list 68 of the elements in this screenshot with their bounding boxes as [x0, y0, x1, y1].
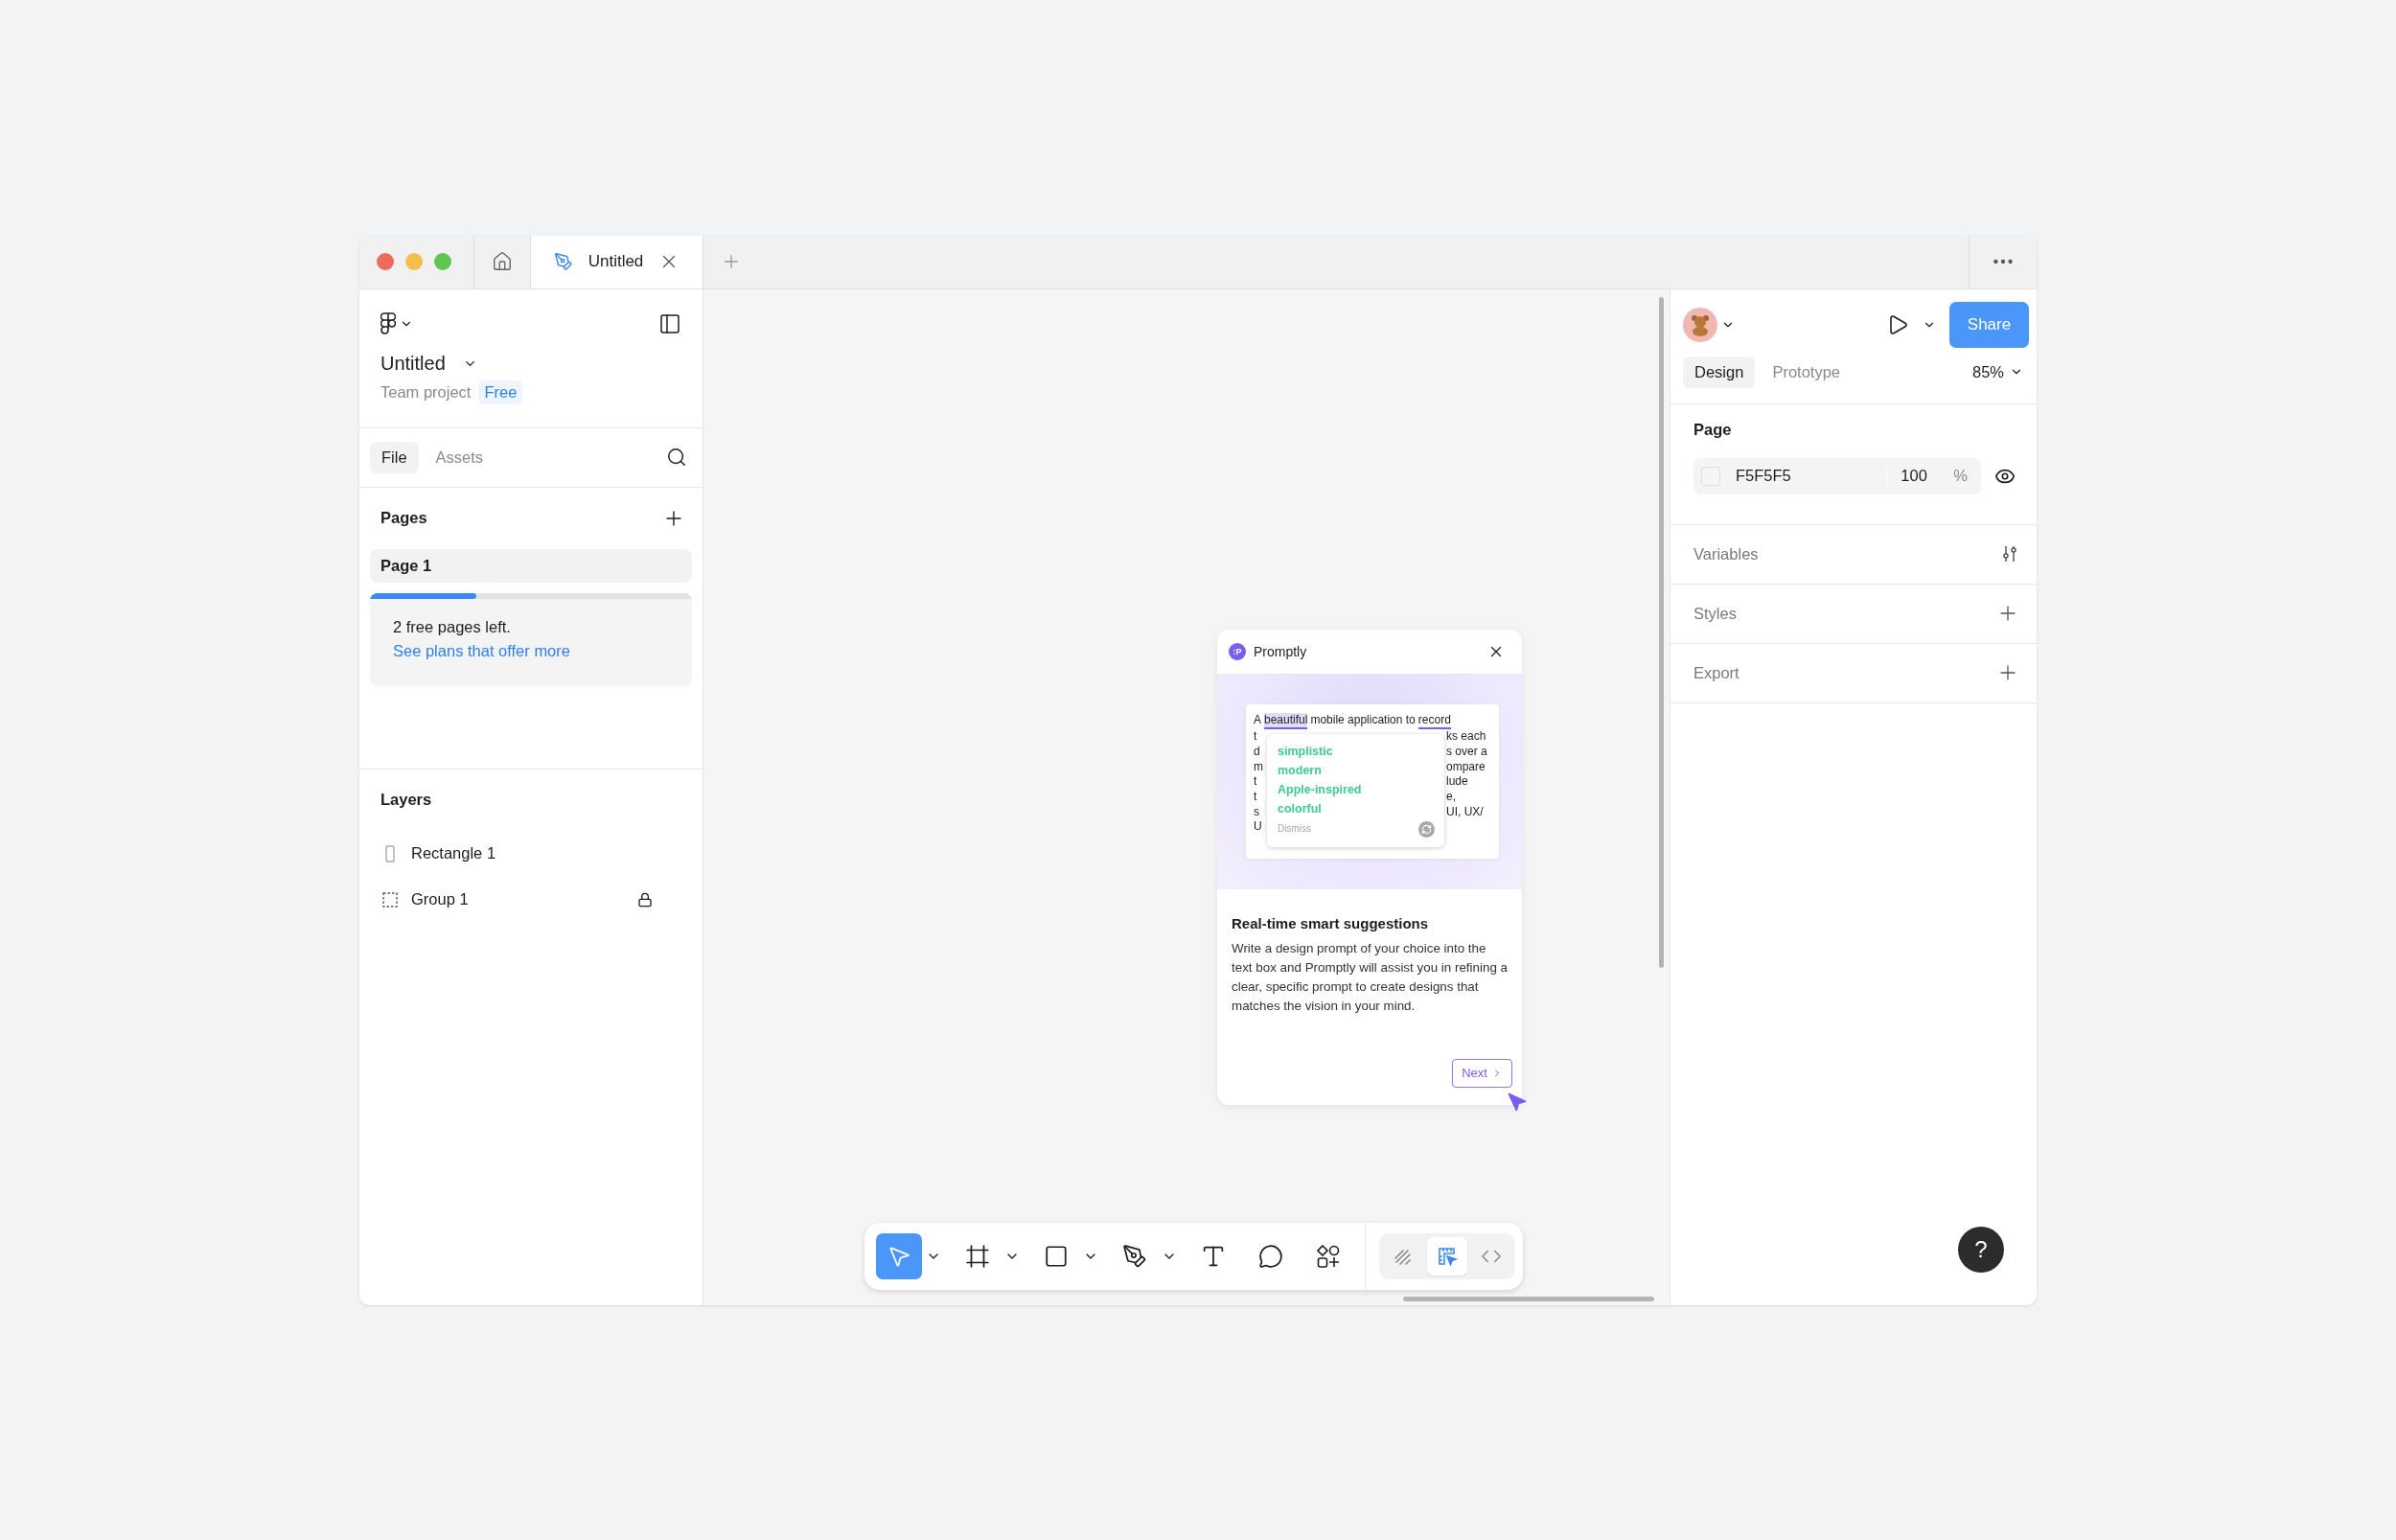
- section-title: Export: [1693, 663, 1739, 682]
- prompt-text: UI, UX/: [1446, 804, 1484, 820]
- section-title: Page: [1693, 420, 1733, 439]
- home-icon: [492, 251, 513, 272]
- document-title: Untitled: [587, 252, 644, 271]
- zoom-menu[interactable]: 85%: [1971, 362, 2023, 381]
- document-tab[interactable]: Untitled: [530, 235, 703, 288]
- prompt-text: m: [1254, 759, 1263, 775]
- prompt-text: s over a: [1446, 744, 1487, 760]
- comment-icon: [1258, 1243, 1283, 1269]
- close-window-button[interactable]: [377, 253, 394, 270]
- section-title: Pages: [380, 509, 427, 527]
- shapes-icon: [1316, 1243, 1341, 1269]
- prompt-text: d: [1254, 744, 1260, 760]
- section-title: Variables: [1693, 544, 1759, 563]
- plugin-title: Promptly: [1254, 643, 1308, 659]
- prompt-text: record: [1417, 712, 1451, 730]
- plugin-logo: :P: [1229, 642, 1246, 660]
- prompt-text: t: [1254, 774, 1257, 790]
- prompt-text: A: [1254, 712, 1261, 728]
- search-icon[interactable]: [666, 447, 687, 468]
- prompt-text: ks each: [1446, 729, 1486, 745]
- scrollbar[interactable]: [1659, 296, 1664, 968]
- account-button[interactable]: [1683, 307, 1735, 342]
- lock-icon[interactable]: [637, 891, 653, 908]
- prompt-text: s: [1254, 804, 1259, 820]
- section-title: Styles: [1693, 604, 1737, 623]
- frame-icon: [965, 1243, 990, 1269]
- feature-description: Write a design prompt of your choice into the text box and Promptly will assist you in refining a clear, specific prompt to create designs that matches the vision in your mind.: [1232, 939, 1509, 1015]
- pen-icon: [1122, 1243, 1147, 1269]
- prompt-text: e,: [1446, 790, 1456, 805]
- layer-row[interactable]: Rectangle 1: [380, 830, 681, 877]
- prompt-text: t: [1254, 729, 1257, 745]
- plan-badge: Free: [478, 379, 523, 404]
- section-title: Layers: [380, 791, 432, 809]
- prompt-text: U: [1254, 819, 1262, 836]
- sidebar-icon[interactable]: [658, 311, 681, 335]
- layer-name: Rectangle 1: [411, 844, 496, 862]
- feature-heading: Real-time smart suggestions: [1232, 914, 1430, 931]
- project-name: Team project: [380, 382, 472, 402]
- ruler-pointer-icon: [1437, 1245, 1458, 1267]
- sliders-icon[interactable]: [2000, 544, 2019, 563]
- logo-icon: [380, 311, 396, 335]
- plans-link[interactable]: See plans that offer more: [393, 641, 570, 660]
- bear-icon: [1689, 312, 1712, 336]
- prompt-text: ompare: [1446, 759, 1486, 775]
- mode-button[interactable]: [1427, 1236, 1467, 1276]
- prompt-text: t: [1254, 790, 1257, 805]
- scrollbar[interactable]: [1403, 1296, 1654, 1301]
- panel-tab[interactable]: Design: [1683, 356, 1756, 388]
- pen-icon: [553, 252, 573, 271]
- panel-tab[interactable]: Assets: [424, 441, 495, 473]
- dashed-square-icon: [382, 890, 398, 908]
- layer-row[interactable]: Group 1: [380, 876, 681, 923]
- panel-tab[interactable]: File: [370, 441, 419, 473]
- main-menu-button[interactable]: [380, 311, 413, 335]
- file-name[interactable]: Untitled: [380, 352, 446, 375]
- color-field[interactable]: F5F5F5 100 %: [1693, 457, 1981, 494]
- rectangle-icon: [382, 844, 398, 862]
- rectangle-icon: [1044, 1243, 1069, 1269]
- next-button[interactable]: Next: [1452, 1058, 1512, 1088]
- page-item[interactable]: Page 1: [370, 548, 692, 583]
- layer-name: Group 1: [411, 890, 469, 908]
- prompt-text: beautiful: [1264, 712, 1308, 730]
- prompt-text: lude: [1446, 774, 1468, 790]
- limit-message: 2 free pages left.: [393, 617, 511, 636]
- prompt-text: mobile application to: [1310, 712, 1416, 728]
- help-button[interactable]: ?: [1958, 1226, 2004, 1273]
